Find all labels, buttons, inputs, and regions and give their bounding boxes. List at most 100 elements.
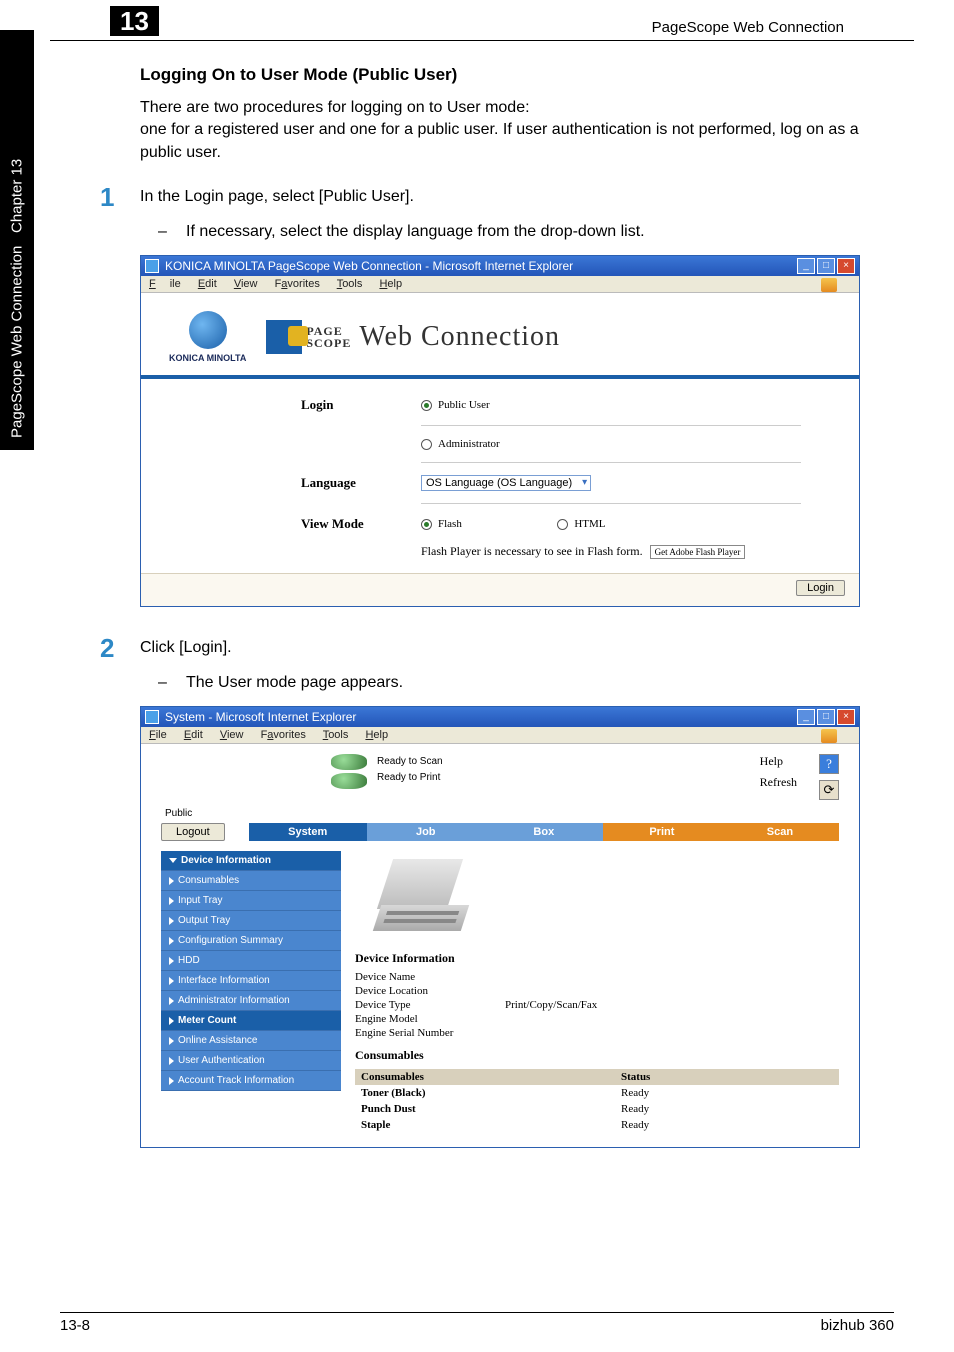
language-select[interactable]: OS Language (OS Language) [421,475,591,491]
side-config-summary[interactable]: Configuration Summary [161,931,341,951]
html-radio[interactable] [557,519,568,530]
menu-file[interactable]: File [149,729,167,741]
public-user-radio[interactable] [421,400,432,411]
side-user-auth[interactable]: User Authentication [161,1051,341,1071]
step-2-number: 2 [100,633,140,664]
footer-left: 13-8 [60,1317,90,1334]
window-title: System - Microsoft Internet Explorer [165,710,356,724]
side-hdd[interactable]: HDD [161,951,341,971]
administrator-label: Administrator [438,438,500,450]
section-title: Logging On to User Mode (Public User) [140,65,884,85]
ie-icon [145,259,159,273]
menu-view[interactable]: View [220,729,244,741]
konica-minolta-logo: KONICA MINOLTA [169,311,246,363]
menu-edit[interactable]: Edit [184,729,203,741]
language-label: Language [301,475,421,491]
side-device-info[interactable]: Device Information [161,851,341,871]
menu-tools[interactable]: Tools [323,729,349,741]
sidebar-line1: PageScope Web Connection [9,246,26,438]
login-label: Login [301,397,421,413]
minimize-button[interactable]: _ [797,258,815,274]
login-window: KONICA MINOLTA PageScope Web Connection … [140,255,860,607]
side-meter-count[interactable]: Meter Count [161,1011,341,1031]
tab-print[interactable]: Print [603,823,721,841]
side-interface-info[interactable]: Interface Information [161,971,341,991]
ps-web-text: Web Connection [359,321,560,353]
step-2-text: Click [Login]. [140,633,232,657]
refresh-icon[interactable]: ⟳ [819,780,839,800]
window-menubar: File Edit View Favorites Tools Help [141,276,859,293]
logout-button[interactable]: Logout [161,823,225,841]
menu-help[interactable]: Help [365,729,388,741]
maximize-button[interactable]: □ [817,258,835,274]
menu-tools[interactable]: Tools [337,278,363,290]
tab-job[interactable]: Job [367,823,485,841]
side-acct-track[interactable]: Account Track Information [161,1071,341,1091]
minimize-button[interactable]: _ [797,709,815,725]
engine-model-label: Engine Model [355,1013,505,1025]
step-1: 1 In the Login page, select [Public User… [100,182,884,213]
close-button[interactable]: × [837,709,855,725]
device-location-label: Device Location [355,985,505,997]
printer-illustration [355,851,465,941]
tab-scan[interactable]: Scan [721,823,839,841]
window-title: KONICA MINOLTA PageScope Web Connection … [165,259,573,273]
menu-file[interactable]: File [149,278,181,290]
window-titlebar: KONICA MINOLTA PageScope Web Connection … [141,256,859,276]
header-title: PageScope Web Connection [652,19,844,36]
device-type-value: Print/Copy/Scan/Fax [505,999,597,1011]
login-form: Login Public User Administrator Language… [141,379,859,573]
logo-text: KONICA MINOLTA [169,353,246,363]
step-2-substep: – The User mode page appears. [158,674,884,692]
ps-stack: PAGESCOPE [306,325,351,349]
tab-row: Logout System Job Box Print Scan [161,823,839,841]
pagescope-logo: PAGESCOPE Web Connection [266,320,560,354]
help-icon[interactable]: ? [819,754,839,774]
flash-player-badge[interactable]: Get Adobe Flash Player [650,545,746,559]
step-1-substep: – If necessary, select the display langu… [158,223,884,241]
device-name-label: Device Name [355,971,505,983]
intro-text: There are two procedures for logging on … [140,97,884,164]
close-button[interactable]: × [837,258,855,274]
ie-icon [145,710,159,724]
step-1-sub-text: If necessary, select the display languag… [186,223,645,241]
engine-serial-label: Engine Serial Number [355,1027,505,1039]
main-content: Device Information Device Name Device Lo… [355,851,839,1133]
dash-bullet: – [158,223,186,241]
step-1-number: 1 [100,182,140,213]
footer-right: bizhub 360 [821,1317,894,1334]
separator [421,425,801,426]
side-input-tray[interactable]: Input Tray [161,891,341,911]
viewmode-label: View Mode [301,516,421,532]
tab-system[interactable]: System [249,823,367,841]
side-output-tray[interactable]: Output Tray [161,911,341,931]
separator [421,462,801,463]
tab-box[interactable]: Box [485,823,603,841]
sidebar-menu: Device Information Consumables Input Tra… [161,851,341,1133]
administrator-radio[interactable] [421,439,432,450]
device-type-label: Device Type [355,999,505,1011]
side-consumables[interactable]: Consumables [161,871,341,891]
menu-help[interactable]: Help [379,278,402,290]
flash-radio[interactable] [421,519,432,530]
window-menubar: File Edit View Favorites Tools Help [141,727,859,744]
page-header: 13 PageScope Web Connection [50,0,914,41]
menu-favorites[interactable]: Favorites [275,278,320,290]
usermode-window: System - Microsoft Internet Explorer _ □… [140,706,860,1148]
side-online-assist[interactable]: Online Assistance [161,1031,341,1051]
ie-throbber-icon [821,729,837,743]
maximize-button[interactable]: □ [817,709,835,725]
login-button[interactable]: Login [796,580,845,596]
public-user-label: Public User [438,399,490,411]
flash-label: Flash [438,518,462,530]
status-bar: Ready to ScanReady to Print Help Refresh… [141,744,859,806]
step-1-text: In the Login page, select [Public User]. [140,182,414,206]
table-row: Toner (Black)Ready [355,1085,839,1101]
status-text: Ready to ScanReady to Print [377,754,443,786]
help-refresh-labels: Help Refresh [760,754,797,790]
menu-view[interactable]: View [234,278,258,290]
menu-favorites[interactable]: Favorites [261,729,306,741]
side-admin-info[interactable]: Administrator Information [161,991,341,1011]
separator [421,503,801,504]
menu-edit[interactable]: Edit [198,278,217,290]
